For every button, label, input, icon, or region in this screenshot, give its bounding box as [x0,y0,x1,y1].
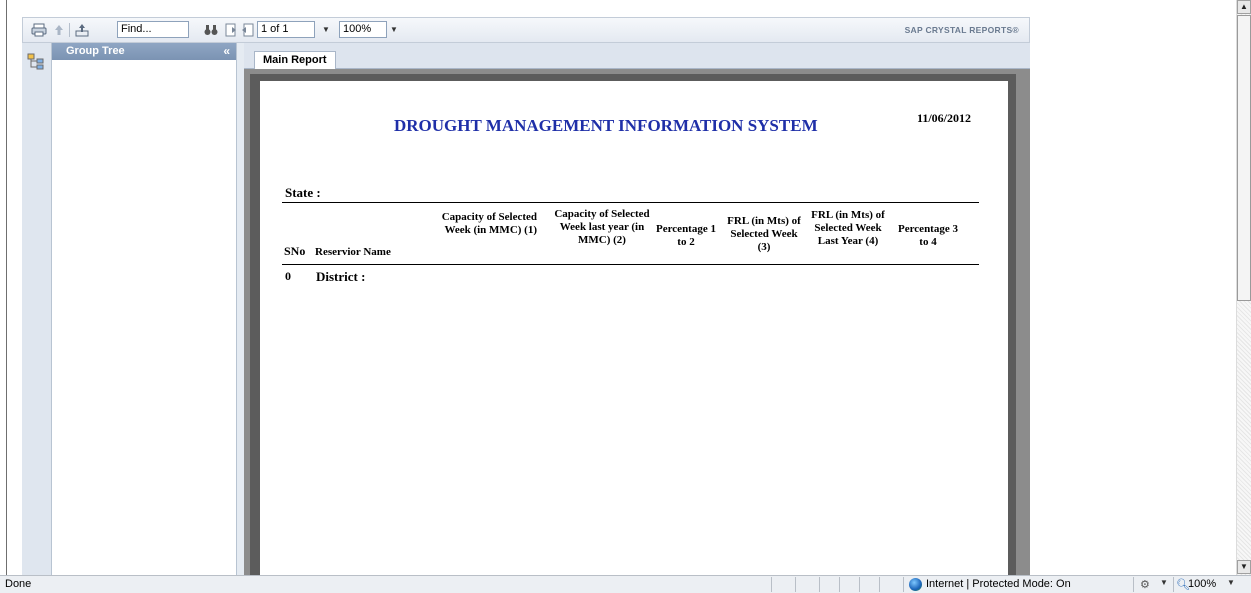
tab-main-report[interactable]: Main Report [254,51,336,69]
panel-splitter[interactable] [237,43,244,575]
report-date: 11/06/2012 [917,111,972,125]
chevron-down-icon[interactable]: ▼ [1160,578,1168,587]
export-icon[interactable] [74,22,90,38]
column-header-percentage-1-2: Percentage 1 to 2 [656,223,716,248]
group-tree-panel: Group Tree « [52,43,237,575]
column-header-sno: SNo [284,244,306,258]
status-cell [819,577,839,592]
page-number-input[interactable]: 1 of 1 [257,21,315,38]
scrollbar-thumb[interactable] [1237,15,1251,301]
status-text: Done [5,578,32,590]
browser-status-bar: Done Internet | Protected Mode: On ⚙ ▼ 🔍… [0,575,1251,593]
column-header-capacity-last-year: Capacity of Selected Week last year (in … [554,208,650,246]
globe-icon [909,578,922,591]
district-label: District : [316,269,366,284]
scroll-down-icon[interactable]: ▼ [1237,560,1251,574]
status-cell [839,577,859,592]
zoom-input[interactable]: 100% [339,21,387,38]
status-cell [795,577,819,592]
report-page-frame: DROUGHT MANAGEMENT INFORMATION SYSTEM 11… [250,74,1016,575]
status-cell [771,577,795,592]
report-viewer: Main Report DROUGHT MANAGEMENT INFORMATI… [244,43,1030,575]
row-sno: 0 [285,269,291,283]
export-up-icon[interactable] [51,22,67,38]
column-header-frl-last-year: FRL (in Mts) of Selected Week Last Year … [811,209,885,247]
status-cell [879,577,903,592]
status-cell [859,577,879,592]
report-tab-strip: Main Report [244,43,1030,69]
collapse-icon[interactable]: « [223,43,230,60]
first-page-icon[interactable] [223,22,239,38]
toolbar-separator [69,23,70,37]
zoom-dropdown-icon[interactable]: ▼ [387,21,401,38]
report-toolbar: Find... 1 of 1 ▼ 100% ▼ SAP CRYSTAL REPO… [22,17,1030,43]
group-tree-toggle-icon[interactable] [27,53,45,71]
report-page: DROUGHT MANAGEMENT INFORMATION SYSTEM 11… [260,81,1008,575]
header-rule-bottom [282,264,979,265]
brand-label: SAP CRYSTAL REPORTS® [904,25,1019,35]
state-label: State : [285,185,321,200]
search-binoculars-icon[interactable] [203,22,219,38]
zoom-level[interactable]: 100% [1188,578,1216,590]
group-tree-toggle-column [22,43,52,575]
security-zone-text[interactable]: Internet | Protected Mode: On [926,578,1071,590]
column-header-reservoir-name: Reservior Name [315,246,391,258]
header-rule-top [282,202,979,203]
window-left-edge [6,0,7,575]
protected-mode-icon[interactable]: ⚙ [1140,578,1150,591]
find-input[interactable]: Find... [117,21,189,38]
zoom-dropdown-icon[interactable]: ▼ [1227,578,1235,587]
page-dropdown-icon[interactable]: ▼ [319,21,333,38]
group-tree-title: Group Tree [66,45,125,57]
print-icon[interactable] [31,22,47,38]
column-header-percentage-3-4: Percentage 3 to 4 [898,223,958,248]
group-tree-header: Group Tree « [52,43,236,60]
column-header-capacity-selected: Capacity of Selected Week (in MMC) (1) [441,211,537,236]
report-title: DROUGHT MANAGEMENT INFORMATION SYSTEM [394,116,818,135]
column-header-frl-selected: FRL (in Mts) of Selected Week (3) [727,215,801,253]
scroll-up-icon[interactable]: ▲ [1237,0,1251,14]
vertical-scrollbar[interactable]: ▲ ▼ [1236,0,1251,575]
prev-page-icon[interactable] [239,22,255,38]
